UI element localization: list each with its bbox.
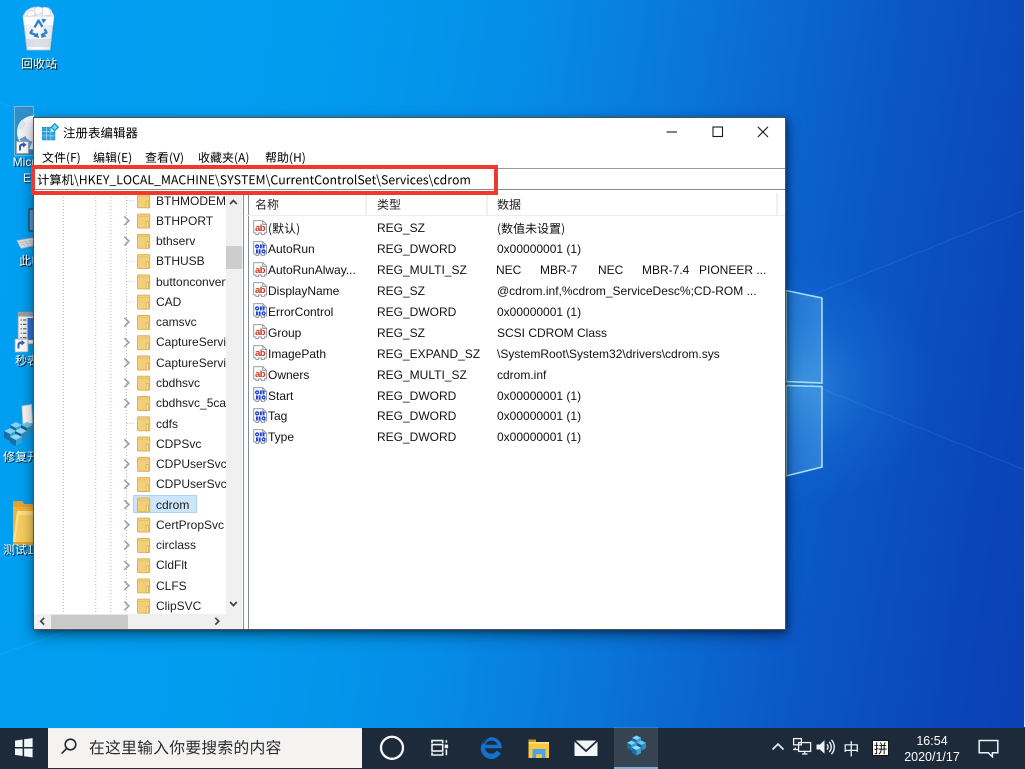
svg-text:ab: ab: [255, 223, 266, 234]
svg-text:ab: ab: [255, 285, 266, 296]
svg-text:ab: ab: [255, 369, 266, 380]
svg-text:ab: ab: [255, 265, 266, 276]
svg-text:ab: ab: [255, 327, 266, 338]
svg-text:ab: ab: [255, 348, 266, 359]
